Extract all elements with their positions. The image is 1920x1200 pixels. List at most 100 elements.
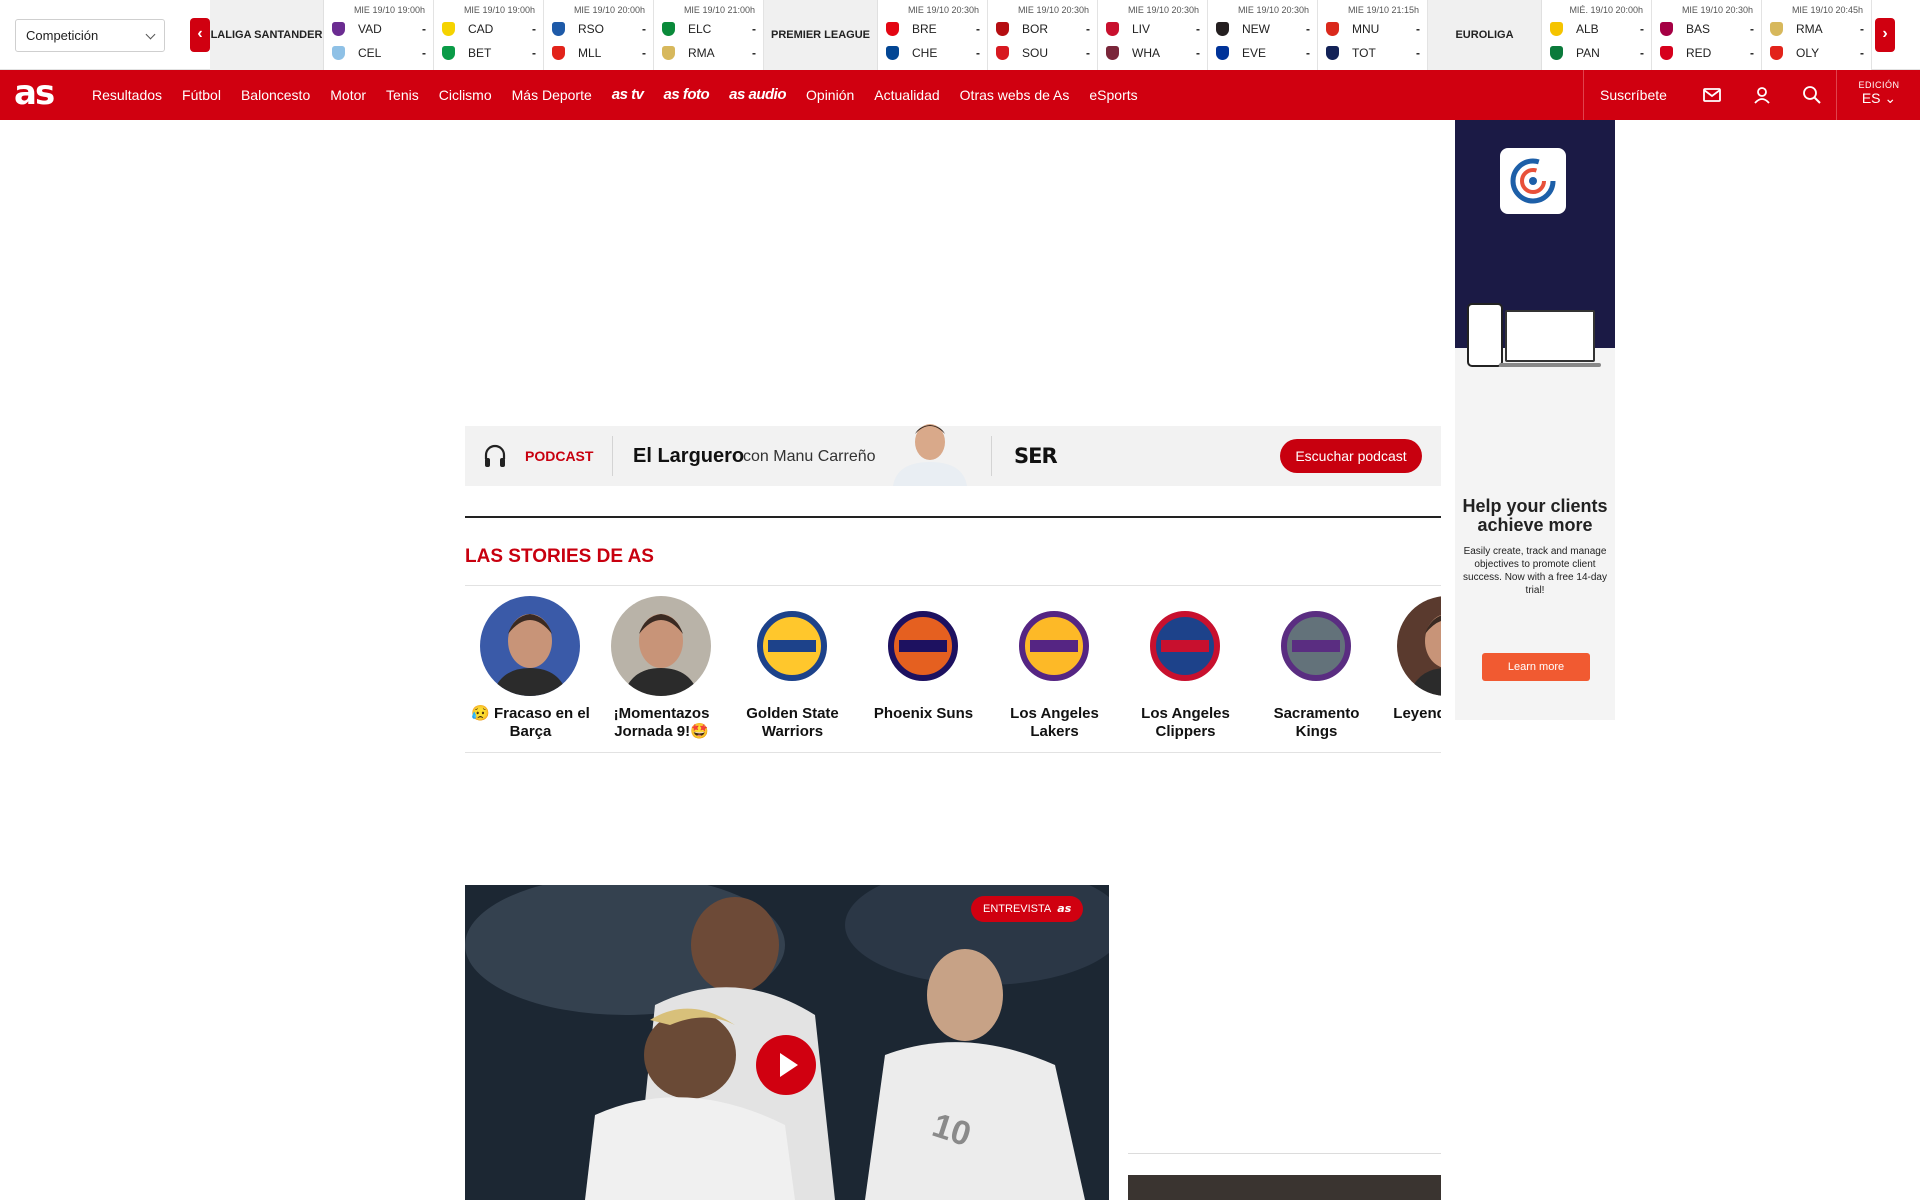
nav-item-f-tbol[interactable]: Fútbol — [172, 70, 231, 120]
play-icon[interactable] — [756, 1035, 816, 1095]
team-abbr: MLL — [578, 46, 602, 60]
team-crest-icon — [1660, 46, 1673, 60]
team-abbr: MNU — [1352, 22, 1380, 36]
team-crest-icon — [1216, 46, 1229, 60]
team-abbr: EVE — [1242, 46, 1267, 60]
stories-section-title[interactable]: LAS STORIES DE AS — [465, 546, 654, 568]
nav-item-otras-webs-de-as[interactable]: Otras webs de As — [950, 70, 1080, 120]
team-crest-icon — [1326, 22, 1339, 36]
home-team: VAD - — [332, 19, 426, 39]
story-caption: Leyendas mate — [1393, 705, 1441, 722]
match-card[interactable]: MIE 19/10 20:45h RMA - OLY - — [1762, 0, 1872, 70]
team-score: - — [1416, 46, 1420, 60]
team-crest-icon — [442, 46, 455, 60]
nav-brand-as-audio-logo[interactable]: as audio — [719, 70, 796, 120]
match-card[interactable]: MIÉ. 19/10 20:00h ALB - PAN - — [1542, 0, 1652, 70]
ad-learn-more-button[interactable]: Learn more — [1482, 653, 1590, 681]
team-crest-icon — [442, 22, 455, 36]
team-score: - — [422, 46, 426, 60]
mail-icon[interactable] — [1701, 84, 1723, 106]
search-icon[interactable] — [1801, 84, 1823, 106]
team-score: - — [1416, 22, 1420, 36]
nav-item-m-s-deporte[interactable]: Más Deporte — [502, 70, 602, 120]
away-team: TOT - — [1326, 43, 1420, 63]
match-card[interactable]: MIE 19/10 20:30h NEW - EVE - — [1208, 0, 1318, 70]
interview-badge: ENTREVISTA as — [971, 896, 1084, 922]
ticker-next-button[interactable]: › — [1875, 18, 1895, 52]
ticker-prev-button[interactable]: ‹ — [190, 18, 210, 52]
team-score: - — [1196, 22, 1200, 36]
league-label[interactable]: PREMIER LEAGUE — [764, 0, 878, 70]
article-thumbnail-image[interactable] — [1128, 1175, 1441, 1200]
nav-item-esports[interactable]: eSports — [1079, 70, 1147, 120]
as-logo[interactable]: as — [14, 74, 55, 112]
team-score: - — [1640, 46, 1644, 60]
match-card[interactable]: MIE 19/10 20:30h BRE - CHE - — [878, 0, 988, 70]
competition-select[interactable]: Competición — [15, 19, 165, 52]
away-team: OLY - — [1770, 43, 1864, 63]
podcast-kicker: PODCAST — [525, 448, 594, 464]
home-team: CAD - — [442, 19, 536, 39]
match-time: MIE 19/10 20:30h — [1237, 5, 1309, 15]
nav-item-baloncesto[interactable]: Baloncesto — [231, 70, 320, 120]
team-abbr: SOU — [1022, 46, 1049, 60]
story-caption: Sacramento Kings — [1273, 705, 1360, 740]
team-crest-icon — [996, 22, 1009, 36]
match-card[interactable]: MIE 19/10 20:00h RSO - MLL - — [544, 0, 654, 70]
home-team: BAS - — [1660, 19, 1754, 39]
home-team: MNU - — [1326, 19, 1420, 39]
warriors-logo-icon — [742, 596, 842, 696]
match-card[interactable]: MIE 19/10 21:00h ELC - RMA - — [654, 0, 764, 70]
phone-mockup-image — [1467, 303, 1503, 367]
team-score: - — [642, 22, 646, 36]
nav-brand-as-tv-logo[interactable]: as tv — [602, 70, 654, 120]
nav-item-resultados[interactable]: Resultados — [82, 70, 172, 120]
match-card[interactable]: MIE 19/10 19:00h CAD - BET - — [434, 0, 544, 70]
match-card[interactable]: MIE 19/10 20:30h LIV - WHA - — [1098, 0, 1208, 70]
match-card[interactable]: MIE 19/10 20:30h BOR - SOU - — [988, 0, 1098, 70]
podcast-banner[interactable]: PODCAST El Larguero con Manu Carreño SER… — [465, 424, 1441, 486]
story-caption: 😥 Fracaso en el Barça — [471, 705, 590, 740]
main-navbar: as Resultados Fútbol Baloncesto Motor Tenis C… — [0, 70, 1920, 120]
team-crest-icon — [1216, 22, 1229, 36]
user-icon[interactable] — [1751, 84, 1773, 106]
scores-ticker: Competición ‹ LALIGA SANTANDER MIE 19/10 … — [0, 0, 1920, 70]
team-crest-icon — [1550, 22, 1563, 36]
sidebar-advertisement[interactable]: Help your clients achieve more Easily cr… — [1455, 120, 1615, 720]
team-abbr: TOT — [1352, 46, 1376, 60]
edition-selector[interactable]: EDICIÓN ES ⌄ — [1836, 70, 1920, 120]
away-team: SOU - — [996, 43, 1090, 63]
league-label[interactable]: LALIGA SANTANDER — [210, 0, 324, 70]
team-score: - — [422, 22, 426, 36]
team-abbr: CEL — [358, 46, 382, 60]
section-divider — [465, 752, 1441, 753]
edition-label: EDICIÓN — [1858, 80, 1900, 90]
nav-brand-as-foto-logo[interactable]: as foto — [653, 70, 719, 120]
divider — [612, 436, 613, 476]
team-abbr: ELC — [688, 22, 712, 36]
listen-podcast-button[interactable]: Escuchar podcast — [1280, 439, 1422, 473]
team-abbr: CHE — [912, 46, 938, 60]
ad-body: Easily create, track and manage objectiv… — [1463, 546, 1607, 596]
match-card[interactable]: MIE 19/10 21:15h MNU - TOT - — [1318, 0, 1428, 70]
league-label[interactable]: EUROLIGA — [1428, 0, 1542, 70]
subscribe-link[interactable]: Suscríbete — [1600, 70, 1667, 120]
lakers-logo-icon — [1004, 596, 1104, 696]
team-score: - — [1750, 46, 1754, 60]
nav-item-opinion[interactable]: Opinión — [796, 70, 864, 120]
away-team: PAN - — [1550, 43, 1644, 63]
nav-item-ciclismo[interactable]: Ciclismo — [429, 70, 502, 120]
team-score: - — [532, 46, 536, 60]
match-time: MIE 19/10 20:30h — [1017, 5, 1089, 15]
team-score: - — [752, 46, 756, 60]
match-card[interactable]: MIE 19/10 19:00h VAD - CEL - — [324, 0, 434, 70]
away-team: RMA - — [662, 43, 756, 63]
stories-carousel: 😥 Fracaso en el Barça ¡Momentazos Jornada… — [465, 596, 1441, 746]
hero-video[interactable]: 10 ENTREVISTA as — [465, 885, 1109, 1200]
nav-item-tenis[interactable]: Tenis — [376, 70, 429, 120]
match-card[interactable]: MIE 19/10 20:30h BAS - RED - — [1652, 0, 1762, 70]
away-team: CHE - — [886, 43, 980, 63]
nav-item-actualidad[interactable]: Actualidad — [864, 70, 949, 120]
nav-item-motor[interactable]: Motor — [320, 70, 376, 120]
home-team: ALB - — [1550, 19, 1644, 39]
